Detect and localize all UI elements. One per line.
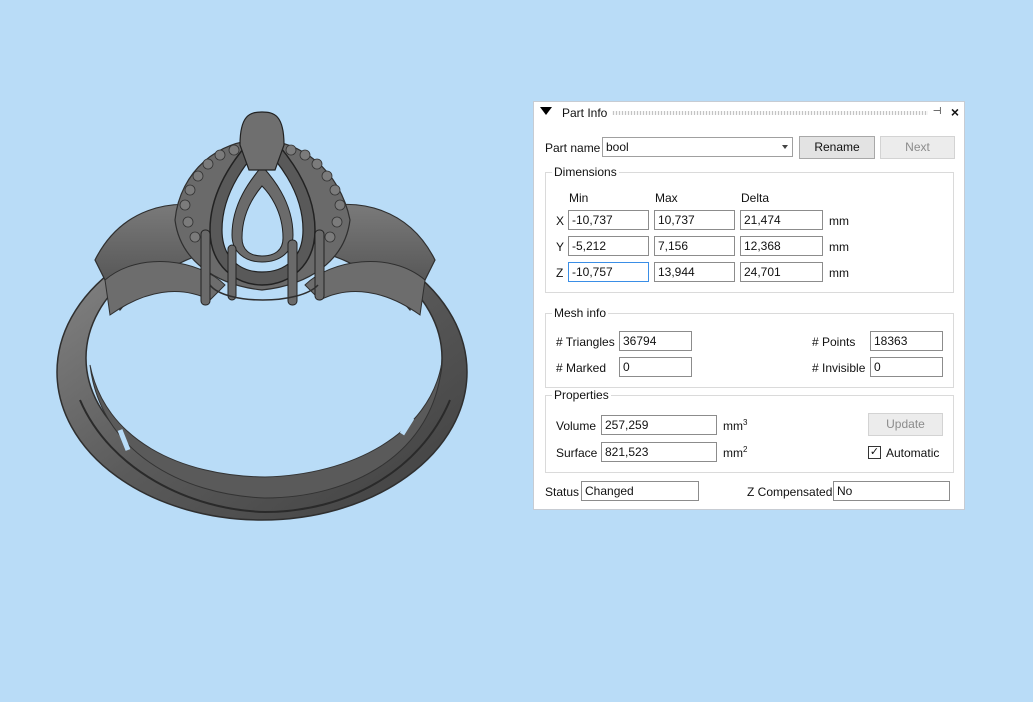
x-max-field[interactable]: 10,737 — [654, 210, 735, 230]
points-label: # Points — [812, 335, 856, 349]
y-unit-label: mm — [829, 240, 849, 254]
automatic-checkbox[interactable]: ✓ — [868, 446, 881, 459]
status-label: Status — [545, 485, 580, 499]
marked-field[interactable]: 0 — [619, 357, 692, 377]
mesh-info-title: Mesh info — [552, 306, 609, 320]
y-max-field[interactable]: 7,156 — [654, 236, 735, 256]
properties-title: Properties — [552, 388, 611, 402]
automatic-label: Automatic — [886, 446, 940, 460]
panel-titlebar[interactable]: Part Info ⊣ × — [534, 102, 964, 124]
triangles-label: # Triangles — [556, 335, 615, 349]
points-field[interactable]: 18363 — [870, 331, 943, 351]
volume-label: Volume — [556, 419, 597, 433]
close-icon[interactable]: × — [948, 104, 962, 120]
axis-x-label: X — [556, 214, 565, 228]
panel-title: Part Info — [562, 106, 608, 120]
col-max-header: Max — [655, 191, 678, 205]
part-name-value: bool — [606, 140, 629, 154]
x-delta-field[interactable]: 21,474 — [740, 210, 823, 230]
pin-icon[interactable]: ⊣ — [931, 106, 943, 118]
y-min-field[interactable]: -5,212 — [568, 236, 649, 256]
dimensions-title: Dimensions — [552, 165, 619, 179]
surface-unit: mm2 — [723, 445, 748, 460]
z-delta-field[interactable]: 24,701 — [740, 262, 823, 282]
collapse-triangle-icon[interactable] — [540, 107, 552, 115]
chevron-down-icon — [782, 145, 788, 149]
volume-unit: mm3 — [723, 418, 748, 433]
volume-field[interactable]: 257,259 — [601, 415, 717, 435]
marked-label: # Marked — [556, 361, 607, 375]
y-delta-field[interactable]: 12,368 — [740, 236, 823, 256]
axis-z-label: Z — [556, 266, 564, 280]
status-field[interactable]: Changed — [581, 481, 699, 501]
z-unit-label: mm — [829, 266, 849, 280]
col-delta-header: Delta — [741, 191, 770, 205]
invisible-label: # Invisible — [812, 361, 866, 375]
part-name-combobox[interactable]: bool — [602, 137, 793, 157]
part-info-panel: Part Info ⊣ × Part name bool Rename Next… — [533, 101, 965, 510]
ring-3d-model[interactable] — [50, 100, 480, 530]
x-min-field[interactable]: -10,737 — [568, 210, 649, 230]
surface-label: Surface — [556, 446, 598, 460]
x-unit-label: mm — [829, 214, 849, 228]
part-name-label: Part name — [545, 141, 601, 155]
z-min-field[interactable]: -10,757 — [568, 262, 649, 282]
surface-field[interactable]: 821,523 — [601, 442, 717, 462]
update-button[interactable]: Update — [868, 413, 943, 436]
rename-button[interactable]: Rename — [799, 136, 875, 159]
col-min-header: Min — [569, 191, 589, 205]
drag-grip[interactable] — [612, 111, 928, 115]
z-compensated-label: Z Compensated — [747, 485, 833, 499]
triangles-field[interactable]: 36794 — [619, 331, 692, 351]
invisible-field[interactable]: 0 — [870, 357, 943, 377]
z-compensated-field[interactable]: No — [833, 481, 950, 501]
next-button[interactable]: Next — [880, 136, 955, 159]
axis-y-label: Y — [556, 240, 565, 254]
z-max-field[interactable]: 13,944 — [654, 262, 735, 282]
